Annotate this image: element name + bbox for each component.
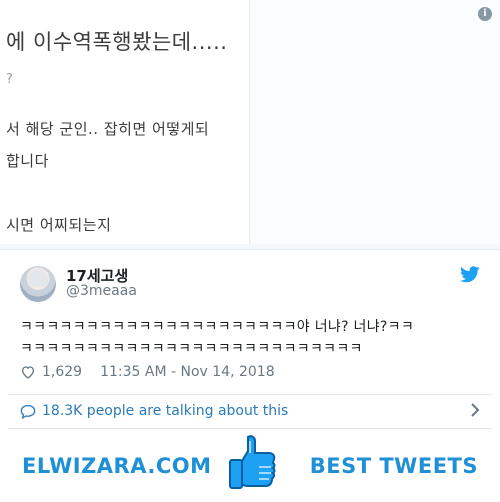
tweet-header: 17세고생 @3meaaa [20,264,480,304]
banner-tagline: BEST TWEETS [309,454,478,478]
tweet-text-line: ㅋㅋㅋㅋㅋㅋㅋㅋㅋㅋㅋㅋㅋㅋㅋㅋㅋㅋㅋㅋㅋ야 너냐? 너냐?ㅋㅋ [20,319,414,335]
conversation-link[interactable]: 18.3K people are talking about this [20,400,480,422]
conversation-link-text[interactable]: 18.3K people are talking about this [42,403,288,419]
media-text-line: ? [6,72,14,87]
media-text-line: 서 해당 군인.. 잡히면 어떻게되 [6,120,210,138]
tweet-text: ㅋㅋㅋㅋㅋㅋㅋㅋㅋㅋㅋㅋㅋㅋㅋㅋㅋㅋㅋㅋㅋ야 너냐? 너냐?ㅋㅋ ㅋㅋㅋㅋㅋㅋㅋ… [20,316,485,360]
divider [8,394,492,395]
media-screenshot: 에 이수역폭행봤는데..... ? 서 해당 군인.. 잡히면 어떻게되 합니다… [0,0,250,244]
user-handle[interactable]: @3meaaa [66,283,137,299]
info-icon[interactable]: i [478,7,492,21]
thumbs-up-icon [229,435,276,489]
tweet-meta: 1,629 11:35 AM - Nov 14, 2018 [20,362,275,382]
media-text-line: 합니다 [6,152,49,170]
twitter-bird-icon[interactable] [460,266,480,283]
media-blank-panel [251,0,500,244]
like-count[interactable]: 1,629 [42,364,82,380]
brand-name: ELWIZARA.COM [22,454,212,478]
speech-bubble-icon [20,404,36,419]
heart-icon[interactable] [20,364,36,380]
media-text-line: 에 이수역폭행봤는데..... [6,30,228,54]
tweet-timestamp[interactable]: 11:35 AM - Nov 14, 2018 [100,364,275,380]
chevron-right-icon[interactable] [470,403,480,417]
footer-banner: ELWIZARA.COM BEST TWEETS [0,429,500,502]
tweet-text-line: ㅋㅋㅋㅋㅋㅋㅋㅋㅋㅋㅋㅋㅋㅋㅋㅋㅋㅋㅋㅋㅋㅋㅋㅋㅋㅋ [20,341,363,357]
media-text-line: 시면 어찌되는지 [6,216,112,234]
avatar[interactable] [20,266,56,302]
tweet-media[interactable]: 에 이수역폭행봤는데..... ? 서 해당 군인.. 잡히면 어떻게되 합니다… [0,0,500,250]
